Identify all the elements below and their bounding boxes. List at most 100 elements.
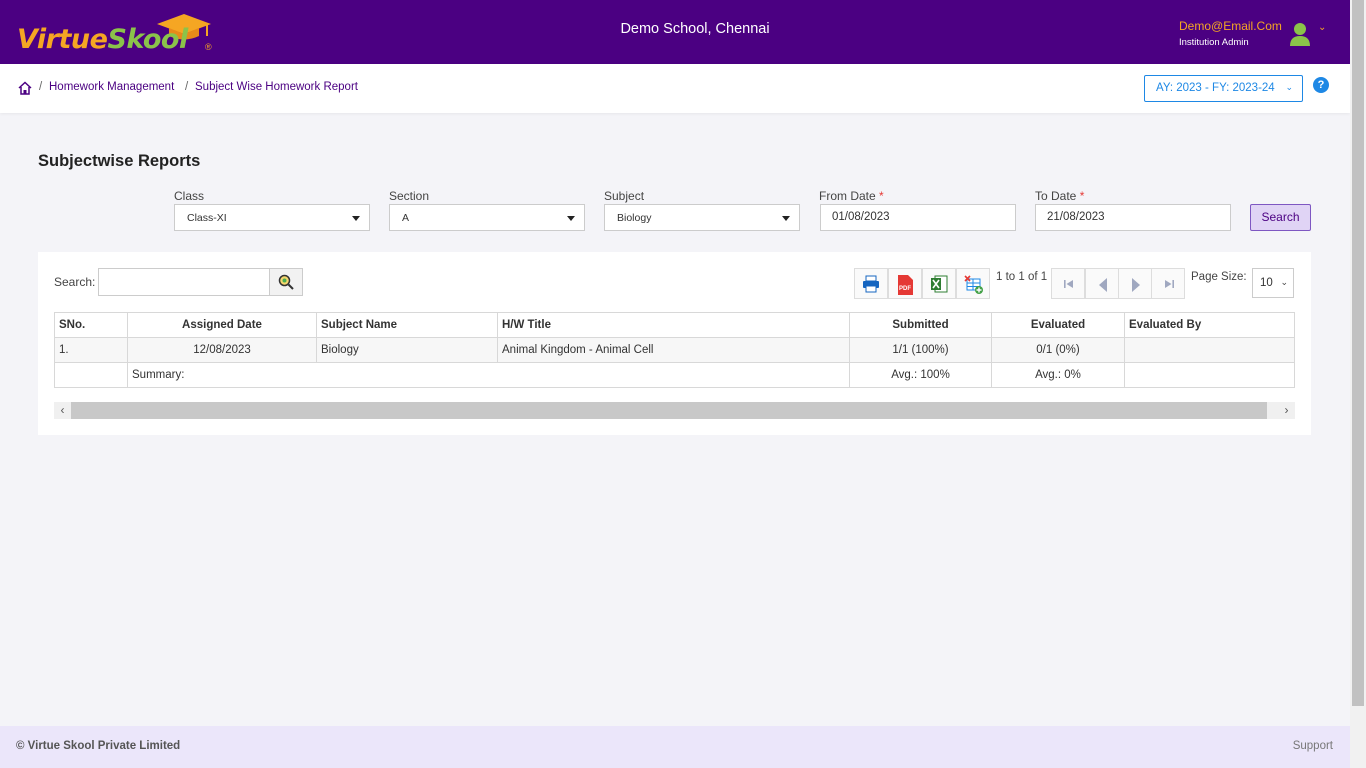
column-chooser-button[interactable] <box>956 268 990 299</box>
to-date-label-text: To Date <box>1035 189 1077 203</box>
search-button[interactable]: Search <box>1250 204 1311 231</box>
page-title: Subjectwise Reports <box>38 152 201 170</box>
cell-hw-title: Animal Kingdom - Animal Cell <box>497 337 850 363</box>
chevron-down-icon: ⌄ <box>1280 277 1288 287</box>
breadcrumb-separator: / <box>185 81 189 93</box>
last-page-button[interactable] <box>1151 268 1185 299</box>
table-row[interactable]: 1. 12/08/2023 Biology Animal Kingdom - A… <box>54 337 1295 363</box>
subject-label: Subject <box>604 189 645 203</box>
column-header-evaluated[interactable]: Evaluated <box>991 312 1125 338</box>
subject-select-value: Biology <box>617 212 652 224</box>
academic-year-select[interactable]: AY: 2023 - FY: 2023-24 ⌄ <box>1144 75 1303 102</box>
grid-search-input[interactable] <box>98 268 270 296</box>
cell-assigned-date: 12/08/2023 <box>127 337 317 363</box>
table-header-row: SNo. Assigned Date Subject Name H/W Titl… <box>54 312 1295 338</box>
breadcrumb-bar: / Homework Management / Subject Wise Hom… <box>0 64 1350 113</box>
next-page-icon <box>1132 278 1140 292</box>
export-excel-button[interactable] <box>922 268 956 299</box>
from-date-value: 01/08/2023 <box>832 211 890 223</box>
first-page-icon <box>1064 280 1073 288</box>
first-page-button[interactable] <box>1051 268 1085 299</box>
column-header-subject-name[interactable]: Subject Name <box>316 312 498 338</box>
svg-text:PDF: PDF <box>899 286 911 292</box>
user-email[interactable]: Demo@Email.Com <box>1179 19 1282 33</box>
summary-row: Summary: Avg.: 100% Avg.: 0% <box>54 362 1295 388</box>
page-size-label: Page Size: <box>1191 271 1247 283</box>
export-pdf-button[interactable]: PDF <box>888 268 922 299</box>
table-settings-icon <box>964 275 983 294</box>
section-label: Section <box>389 189 430 203</box>
from-date-label-text: From Date <box>819 189 876 203</box>
magnifier-icon <box>278 274 294 290</box>
excel-icon <box>931 275 948 293</box>
previous-page-button[interactable] <box>1085 268 1119 299</box>
breadcrumb-homework-management[interactable]: Homework Management <box>49 81 174 93</box>
scroll-right-arrow-icon[interactable]: › <box>1278 402 1295 419</box>
pdf-icon: PDF <box>898 275 913 295</box>
chevron-down-icon: ⌄ <box>1285 82 1293 92</box>
help-icon[interactable]: ? <box>1313 77 1329 93</box>
user-menu-chevron-down-icon[interactable]: ⌄ <box>1318 22 1326 33</box>
section-select-value: A <box>402 212 410 224</box>
subject-select[interactable]: Biology <box>604 204 800 231</box>
required-marker: * <box>1079 189 1085 203</box>
top-header: VirtueSkool ® Demo School, Chennai Demo@… <box>0 0 1350 64</box>
to-date-value: 21/08/2023 <box>1047 211 1105 223</box>
report-panel: Search: PDF 1 to 1 of 1 Page Size: 10 ⌄ … <box>38 252 1311 435</box>
copyright-text: © Virtue Skool Private Limited <box>16 740 181 752</box>
class-select-value: Class-XI <box>187 212 227 224</box>
next-page-button[interactable] <box>1118 268 1152 299</box>
page-footer: © Virtue Skool Private Limited Support <box>0 726 1350 768</box>
column-header-sno[interactable]: SNo. <box>54 312 128 338</box>
summary-evaluated-by-empty <box>1124 362 1295 388</box>
caret-down-icon <box>567 216 575 221</box>
cell-subject-name: Biology <box>316 337 498 363</box>
cell-evaluated-by <box>1124 337 1295 363</box>
summary-evaluated-average: Avg.: 0% <box>991 362 1125 388</box>
column-header-submitted[interactable]: Submitted <box>849 312 992 338</box>
horizontal-scrollbar[interactable]: ‹ › <box>54 402 1295 419</box>
cell-sno: 1. <box>54 337 128 363</box>
section-select[interactable]: A <box>389 204 585 231</box>
pager-summary: 1 to 1 of 1 <box>996 271 1048 283</box>
home-icon[interactable] <box>18 81 32 95</box>
summary-submitted-average: Avg.: 100% <box>849 362 992 388</box>
horizontal-scroll-thumb[interactable] <box>71 402 1267 419</box>
cell-submitted: 1/1 (100%) <box>849 337 992 363</box>
user-role: Institution Admin <box>1179 37 1249 48</box>
column-header-assigned-date[interactable]: Assigned Date <box>127 312 317 338</box>
user-avatar-icon[interactable] <box>1289 22 1311 46</box>
registered-mark: ® <box>205 42 212 52</box>
column-header-hw-title[interactable]: H/W Title <box>497 312 850 338</box>
homework-report-table: SNo. Assigned Date Subject Name H/W Titl… <box>54 312 1295 388</box>
page-size-select[interactable]: 10 ⌄ <box>1252 268 1294 298</box>
to-date-label: To Date * <box>1035 189 1084 203</box>
vertical-scroll-thumb[interactable] <box>1352 0 1364 706</box>
printer-icon <box>863 275 879 293</box>
summary-label: Summary: <box>127 362 850 388</box>
previous-page-icon <box>1099 278 1107 292</box>
scroll-left-arrow-icon[interactable]: ‹ <box>54 402 71 419</box>
breadcrumb-separator: / <box>39 81 43 93</box>
vertical-scrollbar[interactable] <box>1350 0 1366 768</box>
caret-down-icon <box>782 216 790 221</box>
academic-year-value: AY: 2023 - FY: 2023-24 <box>1156 82 1275 94</box>
school-name: Demo School, Chennai <box>620 21 770 37</box>
caret-down-icon <box>352 216 360 221</box>
from-date-input[interactable]: 01/08/2023 <box>820 204 1016 231</box>
breadcrumb-current-page: Subject Wise Homework Report <box>195 81 358 93</box>
to-date-input[interactable]: 21/08/2023 <box>1035 204 1231 231</box>
grid-search-button[interactable] <box>269 268 303 296</box>
support-link[interactable]: Support <box>1293 740 1333 752</box>
column-header-evaluated-by[interactable]: Evaluated By <box>1124 312 1295 338</box>
summary-empty-cell <box>54 362 128 388</box>
required-marker: * <box>879 189 884 203</box>
class-select[interactable]: Class-XI <box>174 204 370 231</box>
page-size-value: 10 <box>1260 277 1273 289</box>
print-button[interactable] <box>854 268 888 299</box>
cell-evaluated: 0/1 (0%) <box>991 337 1125 363</box>
from-date-label: From Date * <box>819 189 884 203</box>
class-label: Class <box>174 189 205 203</box>
last-page-icon <box>1165 280 1174 288</box>
grid-search-label: Search: <box>54 275 96 289</box>
